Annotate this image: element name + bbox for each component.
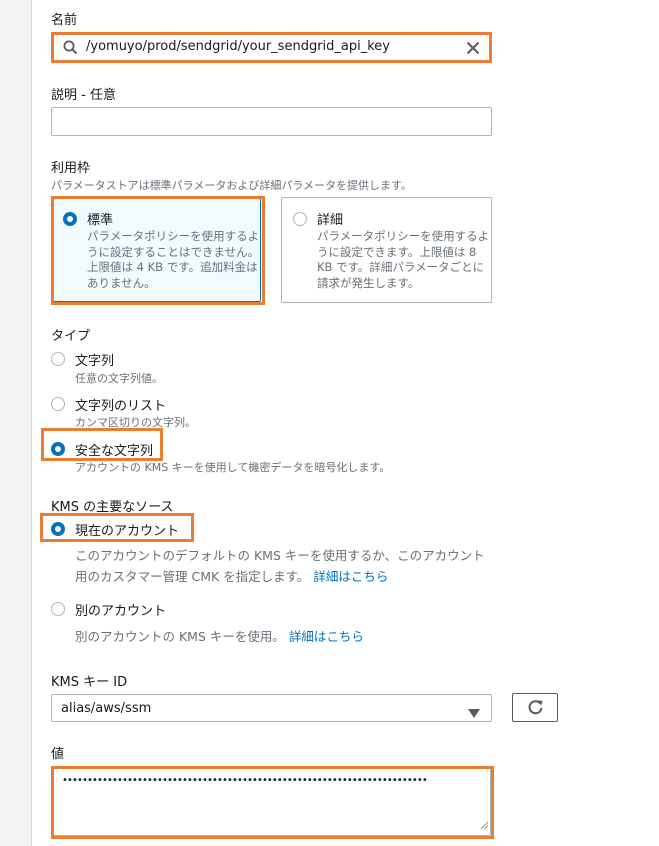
- type-string-radio[interactable]: [51, 352, 65, 366]
- caret-down-icon: [468, 704, 480, 723]
- kms-key-id-label: KMS キー ID: [51, 675, 128, 690]
- tier-standard-radio[interactable]: [63, 212, 77, 226]
- type-string-label[interactable]: 文字列: [75, 350, 114, 369]
- description-label: 説明 - 任意: [51, 88, 116, 103]
- type-stringlist-label[interactable]: 文字列のリスト: [75, 395, 166, 414]
- name-label: 名前: [51, 13, 78, 28]
- tier-standard-desc: パラメータポリシーを使用するよ うに設定することはできません。 上限値は 4 K…: [87, 229, 260, 290]
- tier-label: 利用枠: [51, 161, 91, 176]
- kms-key-id-select[interactable]: alias/aws/ssm: [51, 694, 492, 722]
- tier-advanced-title: 詳細: [317, 213, 344, 228]
- tier-hint: パラメータストアは標準パラメータおよび詳細パラメータを提供します。: [51, 179, 412, 192]
- type-stringlist-radio[interactable]: [51, 397, 65, 411]
- kms-other-account-radio[interactable]: [51, 602, 65, 616]
- kms-other-account-label[interactable]: 別のアカウント: [75, 600, 166, 619]
- kms-current-account-radio[interactable]: [51, 522, 65, 536]
- kms-key-id-value: alias/aws/ssm: [61, 701, 152, 716]
- kms-other-account-desc: 別のアカウントの KMS キーを使用。 詳細はこちら: [75, 629, 364, 644]
- name-input-value: /yomuyo/prod/sendgrid/your_sendgrid_api_…: [86, 39, 390, 54]
- type-securestring-radio[interactable]: [51, 442, 65, 456]
- kms-source-label: KMS の主要なソース: [51, 500, 174, 515]
- resize-handle-icon[interactable]: [480, 815, 489, 834]
- name-input[interactable]: /yomuyo/prod/sendgrid/your_sendgrid_api_…: [53, 34, 490, 61]
- type-securestring-desc: アカウントの KMS キーを使用して機密データを暗号化します。: [75, 461, 391, 474]
- type-string-desc: 任意の文字列値。: [75, 372, 163, 385]
- close-icon[interactable]: [466, 40, 480, 59]
- value-textarea[interactable]: ••••••••••••••••••••••••••••••••••••••••…: [53, 768, 491, 836]
- refresh-icon: [527, 699, 544, 720]
- kms-current-account-label[interactable]: 現在のアカウント: [75, 520, 179, 539]
- value-label: 値: [51, 747, 65, 762]
- type-stringlist-desc: カンマ区切りの文字列。: [75, 416, 196, 429]
- tier-advanced-tile[interactable]: 詳細 パラメータポリシーを使用するよ うに設定できます。上限値は 8 KB です…: [281, 197, 492, 303]
- tier-standard-title: 標準: [87, 213, 114, 228]
- tier-advanced-radio[interactable]: [293, 212, 307, 226]
- description-input[interactable]: [51, 107, 492, 136]
- refresh-button[interactable]: [512, 693, 558, 722]
- type-securestring-label[interactable]: 安全な文字列: [75, 440, 153, 459]
- search-icon: [63, 40, 78, 59]
- kms-current-account-desc-line1: このアカウントのデフォルトの KMS キーを使用するか、このアカウント: [75, 548, 485, 563]
- type-label: タイプ: [51, 329, 91, 344]
- kms-other-account-learn-more-link[interactable]: 詳細はこちら: [289, 629, 364, 644]
- value-textarea-content: ••••••••••••••••••••••••••••••••••••••••…: [62, 775, 428, 786]
- kms-current-account-desc-line2: 用のカスタマー管理 CMK を指定します。 詳細はこちら: [75, 569, 389, 584]
- kms-current-account-learn-more-link[interactable]: 詳細はこちら: [313, 569, 388, 584]
- tier-standard-tile[interactable]: 標準 パラメータポリシーを使用するよ うに設定することはできません。 上限値は …: [53, 198, 261, 302]
- tier-advanced-desc: パラメータポリシーを使用するよ うに設定できます。上限値は 8 KB です。詳細…: [317, 229, 490, 290]
